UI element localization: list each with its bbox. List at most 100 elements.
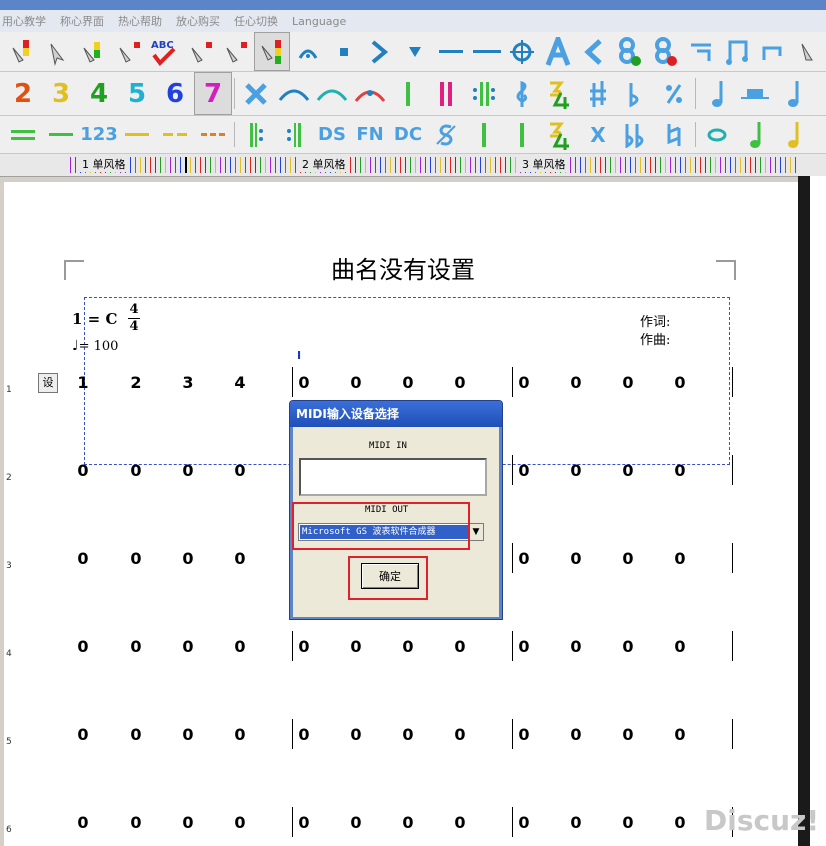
- digit-button[interactable]: 5: [118, 72, 156, 115]
- midi-in-listbox[interactable]: [299, 458, 487, 496]
- dal-segno-button[interactable]: DS: [313, 116, 351, 153]
- traffic-light-arrow-icon[interactable]: [4, 32, 40, 71]
- dashed-line-icon[interactable]: [156, 116, 194, 153]
- score-note[interactable]: 0: [513, 813, 535, 832]
- fine-button[interactable]: FN: [351, 116, 389, 153]
- beamed-note-icon[interactable]: [755, 32, 791, 71]
- dot-icon[interactable]: [326, 32, 362, 71]
- score-note[interactable]: 0: [125, 549, 147, 568]
- underline-icon[interactable]: [118, 116, 156, 153]
- score-note[interactable]: 0: [229, 549, 251, 568]
- set-button[interactable]: 设: [38, 373, 58, 393]
- traffic-light-select-icon[interactable]: [254, 32, 290, 71]
- digit-button[interactable]: 4: [80, 72, 118, 115]
- dotted-line-icon[interactable]: [194, 116, 232, 153]
- decrescendo-icon[interactable]: [576, 32, 612, 71]
- score-note[interactable]: 0: [513, 461, 535, 480]
- time-signature-icon[interactable]: [541, 72, 579, 115]
- score-note[interactable]: 0: [345, 373, 367, 392]
- tenuto-bracket-icon[interactable]: [683, 32, 719, 71]
- abc-spellcheck-icon[interactable]: ABC: [147, 32, 183, 71]
- delete-x-icon[interactable]: [237, 72, 275, 115]
- score-note[interactable]: 0: [565, 373, 587, 392]
- score-note[interactable]: 0: [397, 637, 419, 656]
- score-note[interactable]: 2: [125, 373, 147, 392]
- chevron-down-icon[interactable]: ▼: [468, 524, 483, 540]
- score-note[interactable]: 0: [565, 461, 587, 480]
- score-note[interactable]: 0: [669, 637, 691, 656]
- score-note[interactable]: 0: [617, 461, 639, 480]
- arrow-red-flag-icon[interactable]: [111, 32, 147, 71]
- remove-octave-icon[interactable]: [647, 32, 683, 71]
- score-note[interactable]: 0: [397, 813, 419, 832]
- score-note[interactable]: 0: [72, 725, 94, 744]
- score-note[interactable]: 0: [345, 725, 367, 744]
- arrow-red-flag-icon[interactable]: [218, 32, 254, 71]
- score-note[interactable]: 0: [669, 373, 691, 392]
- da-capo-button[interactable]: DC: [389, 116, 427, 153]
- traffic-light-arrow-icon[interactable]: [75, 32, 111, 71]
- digit-button[interactable]: 3: [42, 72, 80, 115]
- score-note[interactable]: 0: [177, 637, 199, 656]
- long-dash-icon[interactable]: [469, 32, 505, 71]
- sharp-icon[interactable]: [579, 72, 617, 115]
- score-note[interactable]: 0: [617, 725, 639, 744]
- menu-item[interactable]: 任心切换: [234, 13, 278, 29]
- score-note[interactable]: 3: [177, 373, 199, 392]
- menu-item[interactable]: 称心界面: [60, 13, 104, 29]
- score-note[interactable]: 0: [293, 373, 315, 392]
- menu-item[interactable]: 放心购买: [176, 13, 220, 29]
- numbering-button[interactable]: 123: [80, 116, 118, 153]
- score-note[interactable]: 0: [565, 725, 587, 744]
- score-note[interactable]: 0: [345, 637, 367, 656]
- time-signature[interactable]: 4 4: [128, 303, 140, 334]
- score-note[interactable]: 0: [669, 549, 691, 568]
- score-note[interactable]: 0: [617, 549, 639, 568]
- score-note[interactable]: 0: [449, 373, 471, 392]
- quarter-note-icon[interactable]: [698, 72, 736, 115]
- score-note[interactable]: 0: [669, 461, 691, 480]
- double-flat-icon[interactable]: [617, 116, 655, 153]
- dialog-title[interactable]: MIDI输入设备选择: [290, 401, 502, 427]
- letter-a-icon[interactable]: [540, 32, 576, 71]
- score-note[interactable]: 0: [229, 461, 251, 480]
- triangle-down-icon[interactable]: [397, 32, 433, 71]
- arrow-cursor-icon[interactable]: [790, 32, 826, 71]
- half-note-icon[interactable]: [736, 116, 774, 153]
- composer-label[interactable]: 作曲:: [640, 329, 670, 348]
- score-note[interactable]: 0: [449, 725, 471, 744]
- score-note[interactable]: 0: [397, 373, 419, 392]
- digit-button[interactable]: 7: [194, 72, 232, 115]
- score-note[interactable]: 0: [565, 549, 587, 568]
- barline-icon[interactable]: [465, 116, 503, 153]
- score-note[interactable]: 0: [449, 637, 471, 656]
- score-note[interactable]: 0: [293, 725, 315, 744]
- accent-icon[interactable]: [361, 32, 397, 71]
- fermata-icon[interactable]: [290, 32, 326, 71]
- cancel-x-button[interactable]: X: [579, 116, 617, 153]
- tie-icon[interactable]: [313, 72, 351, 115]
- digit-button[interactable]: 6: [156, 72, 194, 115]
- crosshair-icon[interactable]: [504, 32, 540, 71]
- score-note[interactable]: 0: [72, 637, 94, 656]
- rest-icon[interactable]: [736, 72, 774, 115]
- score-note[interactable]: 0: [177, 549, 199, 568]
- slur-edit-icon[interactable]: [351, 72, 389, 115]
- barline-icon[interactable]: [389, 72, 427, 115]
- score-note[interactable]: 0: [125, 725, 147, 744]
- score-note[interactable]: 0: [513, 725, 535, 744]
- score-note[interactable]: 0: [72, 549, 94, 568]
- score-note[interactable]: 0: [177, 725, 199, 744]
- slur-icon[interactable]: [275, 72, 313, 115]
- score-note[interactable]: 0: [72, 461, 94, 480]
- score-note[interactable]: 0: [125, 461, 147, 480]
- lyricist-label[interactable]: 作词:: [640, 311, 670, 330]
- digit-button[interactable]: 2: [4, 72, 42, 115]
- score-note[interactable]: 0: [229, 725, 251, 744]
- score-note[interactable]: 0: [565, 637, 587, 656]
- score-note[interactable]: 0: [177, 813, 199, 832]
- arrow-red-flag-icon[interactable]: [183, 32, 219, 71]
- menu-item[interactable]: Language: [292, 15, 346, 28]
- repeat-barline-icon[interactable]: [465, 72, 503, 115]
- menu-item[interactable]: 热心帮助: [118, 13, 162, 29]
